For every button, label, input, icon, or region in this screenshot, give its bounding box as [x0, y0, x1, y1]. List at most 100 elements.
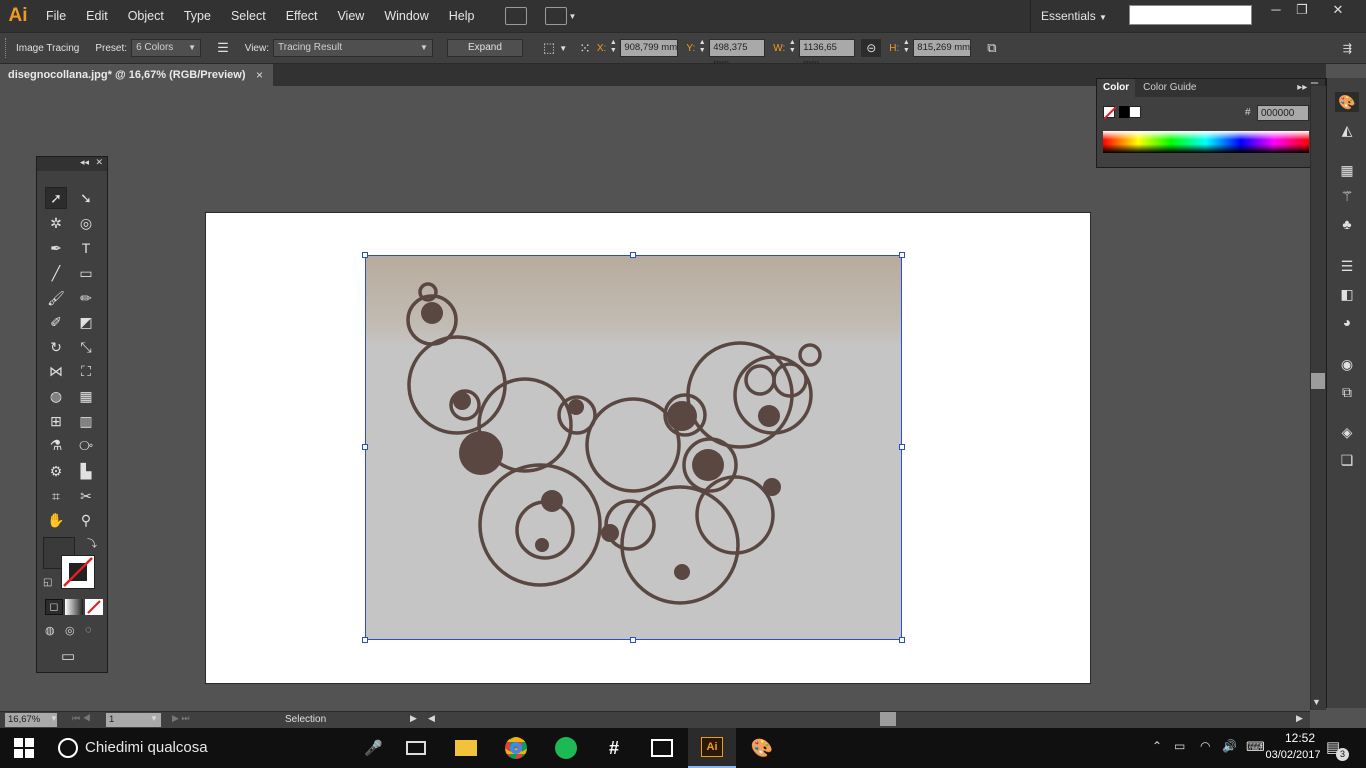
workspace-switcher[interactable]: Essentials ▼: [1030, 0, 1120, 32]
hand-tool-icon[interactable]: ✋: [45, 509, 67, 531]
photos-icon[interactable]: [638, 728, 686, 768]
draw-normal-icon[interactable]: ◍: [45, 624, 55, 637]
blob-brush-tool-icon[interactable]: ✐: [45, 311, 67, 333]
vertical-scroll-thumb[interactable]: [1311, 373, 1325, 389]
slack-icon[interactable]: #: [590, 728, 638, 768]
blend-tool-icon[interactable]: ⧂: [75, 434, 97, 456]
next-artboard-icon[interactable]: ▶ ⏭: [172, 713, 190, 724]
swatches-icon[interactable]: ▦: [1335, 160, 1359, 180]
column-graph-tool-icon[interactable]: ▙: [75, 460, 97, 482]
scroll-down-icon[interactable]: ▼: [1312, 697, 1321, 707]
slice-tool-icon[interactable]: ✂: [75, 485, 97, 507]
menu-help[interactable]: Help: [439, 0, 485, 32]
clock-time[interactable]: 12:52: [1278, 731, 1322, 745]
chevron-down-icon[interactable]: ▼: [559, 44, 567, 53]
show-hidden-icons-icon[interactable]: ⌃: [1152, 739, 1162, 753]
panel-menu-icon[interactable]: ⇶: [1343, 42, 1352, 55]
menu-view[interactable]: View: [327, 0, 374, 32]
wifi-icon[interactable]: ◠: [1200, 739, 1210, 753]
stroke-icon[interactable]: ☰: [1335, 256, 1359, 276]
illustrator-taskbar-icon[interactable]: Ai: [688, 728, 736, 768]
resize-handle[interactable]: [899, 444, 905, 450]
windows-start-icon[interactable]: [14, 738, 34, 758]
scale-tool-icon[interactable]: ⤡: [75, 336, 97, 358]
status-menu-icon[interactable]: ▶: [410, 713, 417, 724]
first-artboard-icon[interactable]: ⏮ ◀: [72, 713, 91, 724]
color-panel-icon[interactable]: 🎨: [1335, 92, 1359, 112]
paint-icon[interactable]: 🎨: [738, 728, 786, 768]
lasso-tool-icon[interactable]: ◎: [75, 212, 97, 234]
appearance-icon[interactable]: ◉: [1335, 354, 1359, 374]
resize-handle[interactable]: [630, 637, 636, 643]
free-transform-tool-icon[interactable]: ⛶: [75, 360, 97, 382]
x-field[interactable]: 908,799 mm: [620, 39, 679, 57]
h-stepper[interactable]: ▲ ▼: [901, 39, 911, 57]
color-mode-icon[interactable]: ◻: [45, 599, 63, 615]
vertical-scrollbar[interactable]: [1310, 86, 1326, 710]
transparency-icon[interactable]: ◕: [1335, 312, 1359, 332]
view-select[interactable]: Tracing Result ▼: [273, 39, 433, 57]
tab-color-guide[interactable]: Color Guide: [1135, 79, 1204, 97]
menu-window[interactable]: Window: [374, 0, 438, 32]
gradient-tool-icon[interactable]: ▥: [75, 410, 97, 432]
search-input[interactable]: [1129, 5, 1252, 25]
microphone-icon[interactable]: 🎤: [364, 739, 383, 757]
close-icon[interactable]: ✕: [95, 157, 103, 168]
close-tab-icon[interactable]: ×: [256, 64, 263, 86]
scroll-left-icon[interactable]: ◀: [428, 713, 435, 724]
resize-handle[interactable]: [630, 252, 636, 258]
reference-point-icon[interactable]: ⁙: [579, 40, 591, 57]
x-stepper[interactable]: ▲ ▼: [608, 39, 618, 57]
menu-effect[interactable]: Effect: [276, 0, 328, 32]
type-tool-icon[interactable]: T: [75, 237, 97, 259]
default-colors-icon[interactable]: ◱: [43, 577, 52, 588]
bridge-icon[interactable]: [504, 7, 527, 25]
gradient-icon[interactable]: ◧: [1335, 284, 1359, 304]
symbol-sprayer-tool-icon[interactable]: ⚙: [45, 460, 67, 482]
resize-handle[interactable]: [362, 637, 368, 643]
resize-handle[interactable]: [362, 252, 368, 258]
selection-bounding-box[interactable]: [365, 255, 902, 640]
draw-inside-icon[interactable]: ◌: [85, 624, 92, 636]
tab-color[interactable]: Color: [1097, 79, 1136, 97]
preset-select[interactable]: 6 Colors ▼: [131, 39, 202, 57]
mesh-tool-icon[interactable]: ⊞: [45, 410, 67, 432]
battery-icon[interactable]: ▭: [1174, 739, 1185, 753]
graphic-styles-icon[interactable]: ⧉: [1335, 382, 1359, 402]
resize-handle[interactable]: [362, 444, 368, 450]
swap-fill-stroke-icon[interactable]: ⤵: [87, 535, 97, 550]
layers-icon[interactable]: ◈: [1335, 422, 1359, 442]
pencil-tool-icon[interactable]: ✏: [75, 287, 97, 309]
y-stepper[interactable]: ▲ ▼: [697, 39, 707, 57]
draw-behind-icon[interactable]: ◎: [65, 624, 75, 637]
none-mode-icon[interactable]: [85, 599, 103, 615]
eraser-tool-icon[interactable]: ◩: [75, 311, 97, 333]
width-tool-icon[interactable]: ⋈: [45, 360, 67, 382]
screen-mode-icon[interactable]: ▭: [61, 647, 75, 665]
select-similar-icon[interactable]: ⬚: [543, 40, 555, 56]
scroll-right-icon[interactable]: ▶: [1296, 713, 1303, 724]
arrange-documents-icon[interactable]: [544, 7, 567, 25]
menu-type[interactable]: Type: [174, 0, 221, 32]
menu-edit[interactable]: Edit: [76, 0, 118, 32]
paintbrush-tool-icon[interactable]: 🖌: [45, 287, 67, 309]
gradient-mode-icon[interactable]: [65, 599, 83, 615]
transform-icon[interactable]: ⧉: [987, 40, 996, 56]
volume-icon[interactable]: 🔊: [1222, 739, 1237, 753]
line-tool-icon[interactable]: ╱: [45, 262, 67, 284]
rotate-tool-icon[interactable]: ↻: [45, 336, 67, 358]
status-text[interactable]: Selection: [285, 713, 326, 727]
file-explorer-icon[interactable]: [442, 728, 490, 768]
direct-selection-tool-icon[interactable]: ➘: [75, 187, 97, 209]
white-swatch[interactable]: [1129, 106, 1141, 118]
black-swatch[interactable]: [1119, 106, 1129, 118]
pen-tool-icon[interactable]: ✒: [45, 237, 67, 259]
grip-handle[interactable]: [5, 38, 8, 58]
symbols-icon[interactable]: ♣: [1335, 214, 1359, 234]
chevron-down-icon[interactable]: ▼: [569, 12, 577, 21]
color-spectrum[interactable]: [1103, 131, 1309, 153]
h-field[interactable]: 815,269 mm: [913, 39, 972, 57]
horizontal-scroll-thumb[interactable]: [880, 712, 896, 726]
chevron-down-icon[interactable]: ▼: [50, 714, 58, 723]
tools-panel-header[interactable]: ◂◂ ✕: [37, 157, 107, 171]
